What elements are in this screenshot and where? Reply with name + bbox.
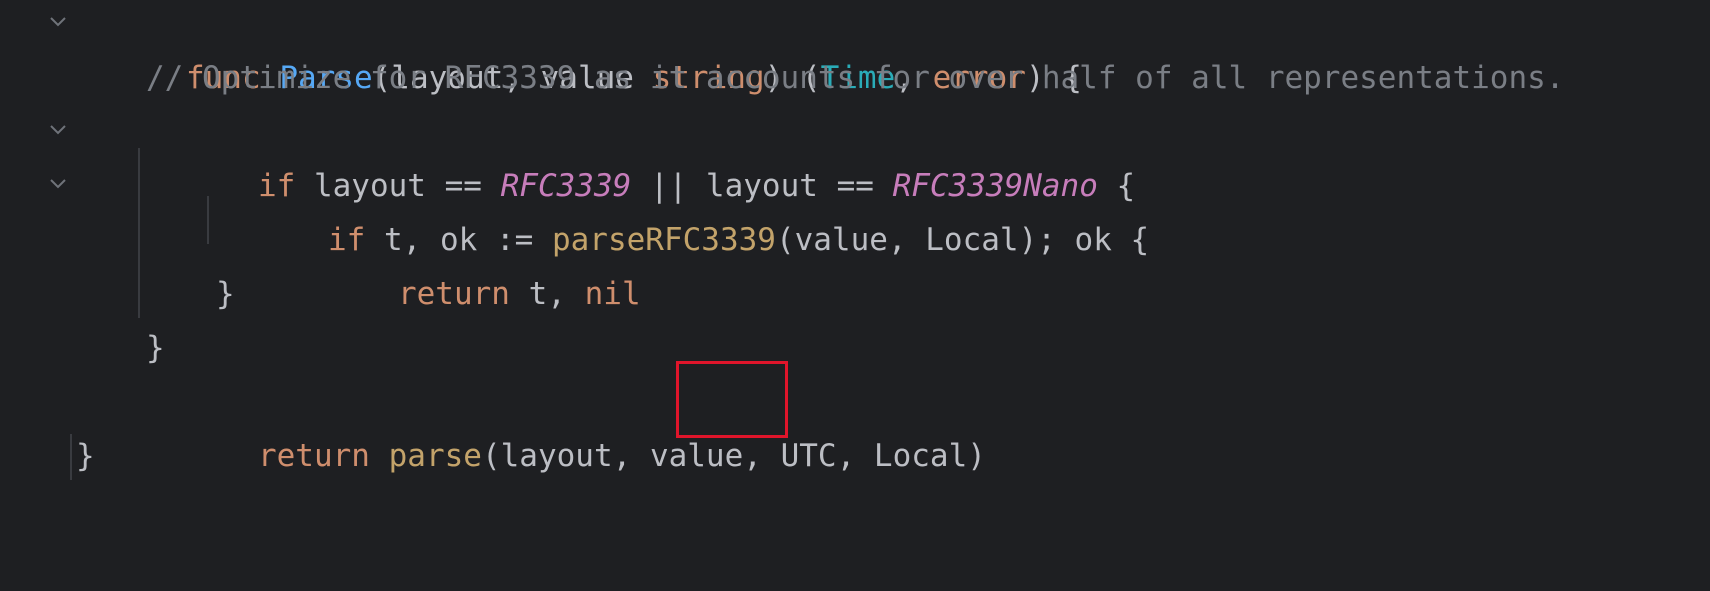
code-line-8[interactable]: return parse(layout, value, UTC, Local): [0, 375, 1710, 474]
code-line-9[interactable]: }: [0, 429, 1710, 483]
code-line-2[interactable]: // Optimize for RFC3339 as it accounts f…: [0, 51, 1710, 105]
chevron-down-icon[interactable]: [48, 11, 68, 31]
code-line-4[interactable]: if t, ok := parseRFC3339(value, Local); …: [0, 159, 1710, 258]
chevron-down-icon[interactable]: [48, 173, 68, 193]
closing-brace: }: [216, 276, 235, 312]
code-line-6[interactable]: }: [0, 267, 1710, 321]
highlight-box: [676, 361, 788, 438]
code-line-1[interactable]: func Parse(layout, value string) (Time, …: [0, 0, 1710, 96]
code-editor[interactable]: func Parse(layout, value string) (Time, …: [0, 0, 1710, 480]
chevron-down-icon[interactable]: [48, 119, 68, 139]
code-line-5[interactable]: return t, nil: [0, 213, 1710, 312]
code-line-3[interactable]: if layout == RFC3339 || layout == RFC333…: [0, 105, 1710, 204]
closing-brace: }: [146, 330, 165, 366]
closing-brace: }: [76, 438, 95, 474]
code-comment: // Optimize for RFC3339 as it accounts f…: [146, 60, 1565, 96]
code-line-7[interactable]: }: [0, 321, 1710, 375]
